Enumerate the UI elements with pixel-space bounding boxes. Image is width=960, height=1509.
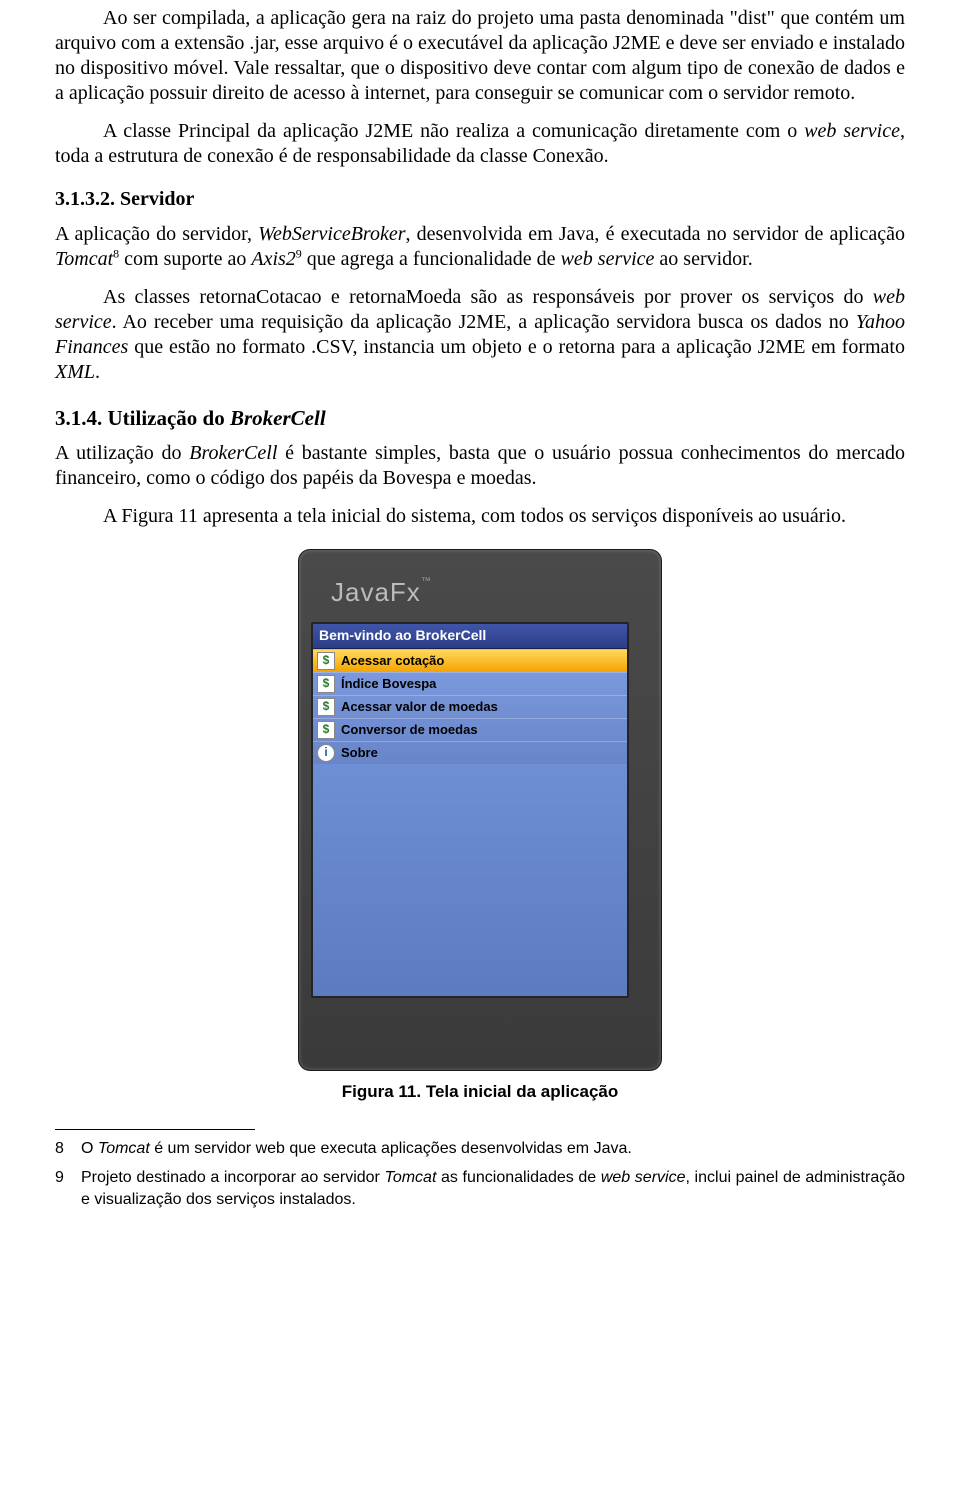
paragraph: A Figura 11 apresenta a tela inicial do … — [55, 504, 905, 529]
text: que estão no formato .CSV, instancia um … — [128, 336, 905, 358]
menu-item-label: Conversor de moedas — [341, 722, 478, 738]
footnote-text: O Tomcat é um servidor web que executa a… — [81, 1138, 905, 1160]
text-italic: Tomcat — [55, 248, 113, 270]
text: com suporte ao — [119, 248, 251, 270]
text: que agrega a funcionalidade de — [302, 248, 561, 270]
screen-body — [313, 764, 627, 999]
javafx-logo: JavaFx™ — [331, 576, 432, 609]
dollar-icon: $ — [317, 652, 335, 670]
text-italic: web service — [561, 248, 655, 270]
text: O — [81, 1140, 98, 1157]
text-italic: BrokerCell — [230, 406, 326, 430]
footnote-8: 8 O Tomcat é um servidor web que executa… — [55, 1138, 905, 1160]
dollar-icon: $ — [317, 675, 335, 693]
footnote-separator — [55, 1129, 255, 1130]
text: A aplicação do servidor, — [55, 223, 258, 245]
screen-title: Bem-vindo ao BrokerCell — [313, 624, 627, 649]
paragraph: As classes retornaCotacao e retornaMoeda… — [55, 285, 905, 385]
section-title-314: 3.1.4. Utilização do BrokerCell — [55, 405, 905, 431]
text-italic: Axis2 — [251, 248, 295, 270]
info-icon: i — [317, 744, 335, 762]
text: . Ao receber uma requisição da aplicação… — [112, 311, 856, 333]
text: . — [95, 361, 100, 383]
text: é um servidor web que executa aplicações… — [150, 1140, 632, 1157]
menu-list: $ Acessar cotação $ Índice Bovespa $ Acessar … — [313, 649, 627, 764]
text: 3.1.4. Utilização do — [55, 406, 230, 430]
text: JavaFx — [331, 577, 421, 607]
menu-item-4[interactable]: i Sobre — [313, 741, 627, 764]
text-italic: web service — [601, 1169, 686, 1186]
text: As classes retornaCotacao e retornaMoeda… — [103, 286, 873, 308]
footnote-number: 9 — [55, 1167, 81, 1210]
trademark-icon: ™ — [421, 576, 432, 587]
menu-item-label: Acessar cotação — [341, 653, 444, 669]
text-italic: Tomcat — [385, 1169, 437, 1186]
footnote-9: 9 Projeto destinado a incorporar ao serv… — [55, 1167, 905, 1210]
menu-item-label: Acessar valor de moedas — [341, 699, 498, 715]
phone-mock: JavaFx™ Bem-vindo ao BrokerCell $ Acessar… — [298, 549, 662, 1071]
text: A utilização do — [55, 442, 189, 464]
menu-item-1[interactable]: $ Índice Bovespa — [313, 672, 627, 695]
text: , desenvolvida em Java, é executada no s… — [406, 223, 906, 245]
paragraph: A aplicação do servidor, WebServiceBroke… — [55, 222, 905, 272]
menu-item-label: Índice Bovespa — [341, 676, 436, 692]
text-italic: web service — [804, 120, 900, 142]
text-italic: WebServiceBroker — [258, 223, 405, 245]
figure-caption: Figura 11. Tela inicial da aplicação — [55, 1081, 905, 1102]
paragraph: Ao ser compilada, a aplicação gera na ra… — [55, 6, 905, 106]
text: A classe Principal da aplicação J2ME não… — [103, 120, 804, 142]
menu-item-0[interactable]: $ Acessar cotação — [313, 649, 627, 672]
paragraph: A classe Principal da aplicação J2ME não… — [55, 119, 905, 169]
phone-screen: Bem-vindo ao BrokerCell $ Acessar cotação… — [311, 622, 629, 998]
section-title-3132: 3.1.3.2. Servidor — [55, 187, 905, 212]
text: ao servidor. — [654, 248, 752, 270]
footnote-number: 8 — [55, 1138, 81, 1160]
menu-item-2[interactable]: $ Acessar valor de moedas — [313, 695, 627, 718]
paragraph: A utilização do BrokerCell é bastante si… — [55, 441, 905, 491]
text-italic: Tomcat — [98, 1140, 150, 1157]
text-italic: BrokerCell — [189, 442, 277, 464]
footnote-text: Projeto destinado a incorporar ao servid… — [81, 1167, 905, 1210]
text-italic: XML — [55, 361, 95, 383]
dollar-icon: $ — [317, 698, 335, 716]
menu-item-3[interactable]: $ Conversor de moedas — [313, 718, 627, 741]
phone-top: JavaFx™ — [311, 562, 649, 622]
dollar-icon: $ — [317, 721, 335, 739]
phone-bottom — [311, 998, 649, 1058]
text: Projeto destinado a incorporar ao servid… — [81, 1169, 385, 1186]
text: as funcionalidades de — [436, 1169, 600, 1186]
menu-item-label: Sobre — [341, 745, 378, 761]
